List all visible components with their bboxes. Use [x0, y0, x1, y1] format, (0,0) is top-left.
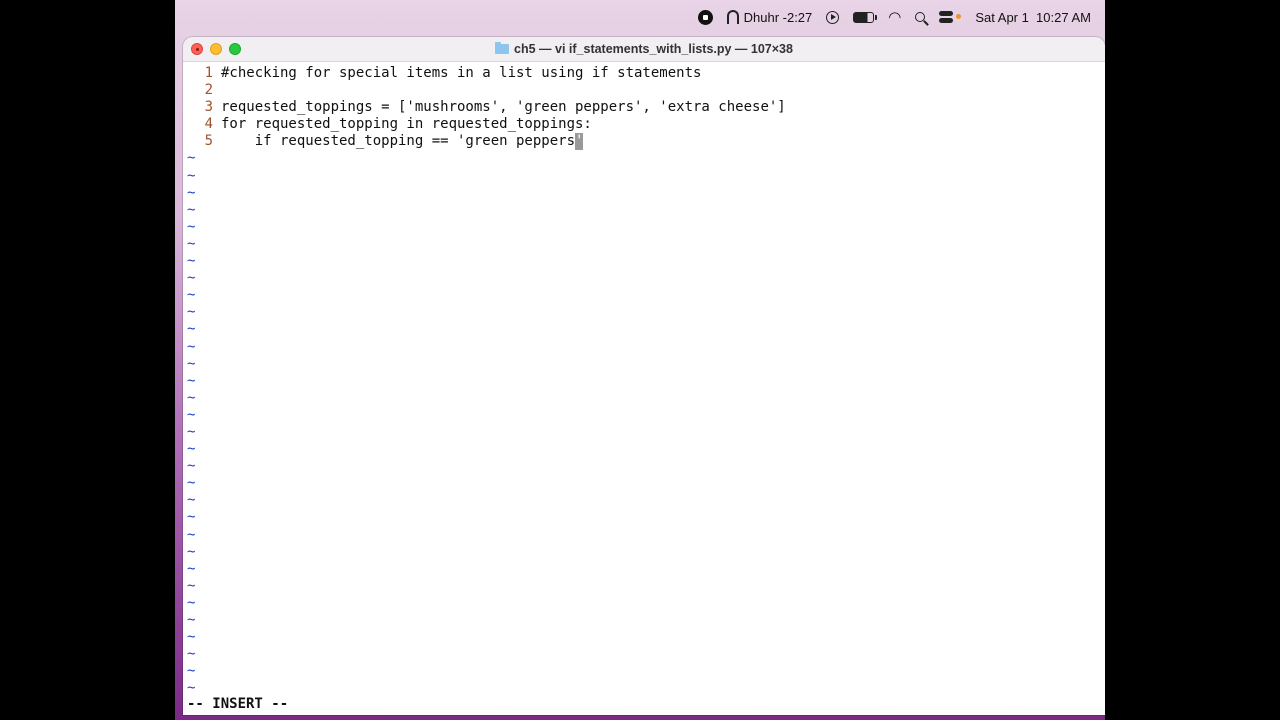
line-text: if requested_topping == 'green peppers: [221, 133, 576, 150]
empty-line-tilde: ~: [187, 526, 196, 543]
zoom-button[interactable]: [229, 43, 241, 55]
empty-line-tilde: ~: [187, 663, 196, 680]
empty-line-tilde: ~: [187, 577, 196, 594]
datetime-label: Sat Apr 1 10:27 AM: [975, 9, 1091, 25]
terminal-window: ch5 — vi if_statements_with_lists.py — 1…: [183, 37, 1105, 715]
desktop: Dhuhr -2:27 ◠ Sat Apr 1 10:27 AM ch5 — v…: [175, 0, 1105, 720]
line-number: 4: [204, 116, 213, 133]
empty-line-tilde: ~: [187, 492, 196, 509]
empty-line-tilde: ~: [187, 235, 196, 252]
vi-editor[interactable]: 1 #checking for special items in a list u…: [183, 62, 1105, 697]
title-bar[interactable]: ch5 — vi if_statements_with_lists.py — 1…: [183, 37, 1105, 62]
play-icon[interactable]: [826, 10, 840, 24]
empty-line-tilde: ~: [187, 475, 196, 492]
empty-line-tilde: ~: [187, 201, 196, 218]
code-line[interactable]: 5 if requested_topping == 'green peppers…: [187, 133, 1105, 151]
empty-line-tilde: ~: [187, 253, 196, 270]
empty-line-tilde: ~: [187, 509, 196, 526]
line-number: 5: [204, 133, 213, 150]
window-title: ch5 — vi if_statements_with_lists.py — 1…: [514, 42, 793, 56]
empty-line-tilde: ~: [187, 646, 196, 663]
empty-line-tilde: ~: [187, 680, 196, 697]
text-cursor: ': [575, 133, 584, 151]
code-line[interactable]: 2: [187, 82, 1105, 99]
empty-line-tilde: ~: [187, 167, 196, 184]
minimize-button[interactable]: [210, 43, 222, 55]
mosque-icon: [726, 10, 739, 24]
screen-record-icon[interactable]: [697, 9, 713, 25]
empty-line-tilde: ~: [187, 458, 196, 475]
menu-bar: Dhuhr -2:27 ◠ Sat Apr 1 10:27 AM: [175, 0, 1105, 34]
empty-line-tilde: ~: [187, 338, 196, 355]
empty-line-tilde: ~: [187, 321, 196, 338]
empty-line-tilde: ~: [187, 218, 196, 235]
empty-line-tilde: ~: [187, 184, 196, 201]
clock[interactable]: Sat Apr 1 10:27 AM: [975, 10, 1091, 25]
line-number: 3: [204, 99, 213, 116]
battery-icon[interactable]: [853, 11, 878, 23]
empty-line-tilde: ~: [187, 304, 196, 321]
code-line[interactable]: 1 #checking for special items in a list u…: [187, 65, 1105, 82]
wifi-icon[interactable]: ◠: [888, 10, 901, 25]
line-number: 2: [204, 82, 213, 99]
prayer-time-menu[interactable]: Dhuhr -2:27: [726, 9, 813, 25]
empty-line-tilde: ~: [187, 629, 196, 646]
control-center-icon[interactable]: [939, 11, 962, 23]
code-line[interactable]: 3 requested_toppings = ['mushrooms', 'gre…: [187, 99, 1105, 116]
mode-indicator: -- INSERT --: [187, 696, 289, 712]
empty-line-tilde: ~: [187, 150, 196, 167]
empty-line-tilde: ~: [187, 406, 196, 423]
empty-line-tilde: ~: [187, 270, 196, 287]
empty-line-tilde: ~: [187, 355, 196, 372]
line-text: requested_toppings = ['mushrooms', 'gree…: [221, 99, 786, 116]
empty-line-tilde: ~: [187, 441, 196, 458]
empty-line-tilde: ~: [187, 423, 196, 440]
folder-icon: [495, 42, 510, 54]
empty-line-tilde: ~: [187, 594, 196, 611]
search-icon[interactable]: [915, 12, 926, 22]
empty-line-tilde: ~: [187, 543, 196, 560]
code-line[interactable]: 4 for requested_topping in requested_topp…: [187, 116, 1105, 133]
empty-line-tilde: ~: [187, 372, 196, 389]
prayer-time-label: Dhuhr -2:27: [743, 9, 813, 25]
line-text: for requested_topping in requested_toppi…: [221, 116, 592, 133]
close-button[interactable]: [191, 43, 203, 55]
empty-line-tilde: ~: [187, 389, 196, 406]
line-text: #checking for special items in a list us…: [221, 65, 702, 81]
empty-line-tilde: ~: [187, 612, 196, 628]
line-number: 1: [204, 65, 213, 81]
empty-line-tilde: ~: [187, 560, 196, 577]
empty-line-tilde: ~: [187, 287, 196, 304]
